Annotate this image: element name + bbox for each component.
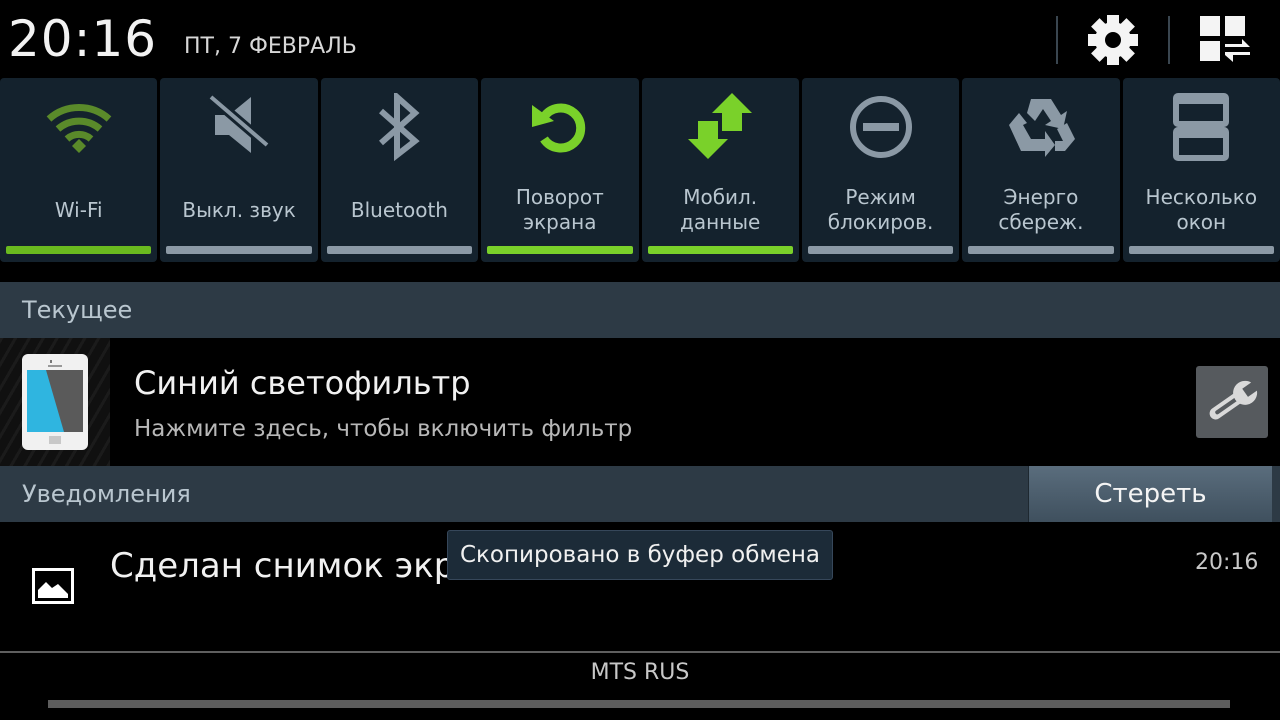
quick-settings-panel: Wi-Fi Выкл. звук Bluetooth Поворот экран… xyxy=(0,78,1280,262)
ongoing-notification-blue-filter[interactable]: Синий светофильтр Нажмите здесь, чтобы в… xyxy=(0,338,1280,466)
toggle-label: Несколько окон xyxy=(1145,185,1258,234)
app-icon-box xyxy=(0,338,110,466)
carrier-label: MTS RUS xyxy=(590,660,690,685)
status-clock: 20:16 xyxy=(8,10,158,68)
toggle-mobile-data[interactable]: Мобил. данные xyxy=(641,78,799,262)
toggle-state-bar xyxy=(326,246,473,254)
mobile-data-icon xyxy=(688,93,753,159)
toggle-state-bar xyxy=(968,246,1114,254)
section-header-notifications: Уведомления Стереть xyxy=(0,466,1280,522)
section-title: Уведомления xyxy=(22,480,191,508)
toggle-rotate[interactable]: Поворот экрана xyxy=(481,78,639,262)
toggle-label: Bluetooth xyxy=(350,197,448,222)
toggle-bluetooth[interactable]: Bluetooth xyxy=(320,78,479,262)
toggle-power-saving[interactable]: Энерго сбереж. xyxy=(962,78,1120,262)
wifi-icon xyxy=(46,104,112,153)
toggle-block-mode[interactable]: Режим блокиров. xyxy=(801,78,960,262)
wrench-icon xyxy=(1209,380,1260,420)
bluetooth-icon xyxy=(379,93,421,161)
toggle-wifi[interactable]: Wi-Fi xyxy=(0,78,158,262)
divider xyxy=(1168,16,1170,64)
section-header-current: Текущее xyxy=(0,282,1280,338)
divider xyxy=(0,651,1280,653)
toggle-label: Поворот экрана xyxy=(515,185,604,234)
clear-button[interactable]: Стереть xyxy=(1028,466,1272,522)
settings-button[interactable] xyxy=(1080,10,1146,70)
multi-window-switch-button[interactable] xyxy=(1192,10,1258,70)
recycle-icon xyxy=(1008,99,1075,157)
grid-switch-icon xyxy=(1200,16,1250,62)
phone-filter-icon xyxy=(22,354,88,450)
panel-drag-handle[interactable] xyxy=(48,700,1230,708)
toggle-multi-window[interactable]: Несколько окон xyxy=(1122,78,1280,262)
multi-window-icon xyxy=(1173,93,1230,161)
toggle-mute[interactable]: Выкл. звук xyxy=(160,78,318,262)
ongoing-title: Синий светофильтр xyxy=(134,364,471,402)
ongoing-subtitle: Нажмите здесь, чтобы включить фильтр xyxy=(134,416,633,442)
divider xyxy=(1056,16,1058,64)
mute-icon xyxy=(207,95,271,153)
toggle-state-bar xyxy=(166,246,312,254)
rotate-icon xyxy=(531,103,585,153)
toggle-label: Выкл. звук xyxy=(182,197,296,222)
toggle-state-bar xyxy=(6,246,152,254)
toggle-state-bar xyxy=(1128,246,1274,254)
toggle-label: Wi-Fi xyxy=(54,197,103,222)
status-date: ПТ, 7 ФЕВРАЛЬ xyxy=(184,34,357,59)
toast-message: Скопировано в буфер обмена xyxy=(447,530,833,580)
filter-settings-button[interactable] xyxy=(1196,366,1268,438)
toggle-label: Мобил. данные xyxy=(680,185,761,234)
toggle-label: Режим блокиров. xyxy=(827,185,934,234)
gear-icon xyxy=(1088,15,1138,65)
notification-time: 20:16 xyxy=(1195,550,1259,575)
toggle-label: Энерго сбереж. xyxy=(998,185,1084,234)
section-title: Текущее xyxy=(22,296,133,324)
toggle-state-bar xyxy=(487,246,633,254)
toggle-state-bar xyxy=(807,246,954,254)
toggle-state-bar xyxy=(647,246,793,254)
block-icon xyxy=(849,96,912,158)
image-icon xyxy=(32,568,74,604)
